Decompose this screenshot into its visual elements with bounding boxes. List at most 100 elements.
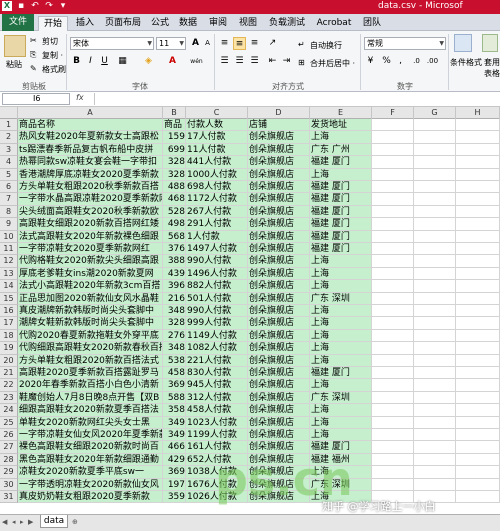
table-cell[interactable] xyxy=(372,243,414,256)
table-cell[interactable]: 312人付款 xyxy=(186,391,248,405)
table-cell[interactable] xyxy=(456,453,500,467)
table-cell[interactable] xyxy=(456,429,500,442)
table-cell[interactable]: 正品思加图2020新款仙女风水晶鞋 xyxy=(18,292,163,305)
table-cell[interactable] xyxy=(372,267,414,281)
copy-button[interactable]: 复制 · xyxy=(42,50,63,61)
table-cell[interactable] xyxy=(456,379,500,392)
table-cell[interactable]: 376 xyxy=(163,243,186,256)
table-cell[interactable] xyxy=(456,280,500,293)
prev-sheet-icon[interactable]: ◂ xyxy=(12,518,16,526)
table-cell[interactable] xyxy=(456,193,500,206)
table-cell[interactable] xyxy=(372,391,414,405)
table-cell[interactable] xyxy=(414,416,456,429)
table-cell[interactable]: 黑色高跟鞋女2020年新款细跟通勤 xyxy=(18,453,163,467)
table-cell[interactable]: 221人付款 xyxy=(186,354,248,367)
table-cell[interactable]: 1172人付款 xyxy=(186,193,248,206)
table-cell[interactable]: 429 xyxy=(163,453,186,467)
table-cell[interactable]: 创朵旗舰店 xyxy=(248,156,310,169)
column-header-F[interactable]: F xyxy=(372,107,414,119)
font-size-combo[interactable]: 11 ▼ xyxy=(156,37,186,50)
table-cell[interactable]: 882人付款 xyxy=(186,280,248,293)
table-cell[interactable] xyxy=(372,292,414,305)
table-cell[interactable] xyxy=(372,131,414,144)
table-cell[interactable]: 潮牌女鞋新款韩版时尚尖头套脚中 xyxy=(18,317,163,330)
table-cell[interactable]: 福建 厦门 xyxy=(310,367,372,380)
table-cell[interactable]: 发货地址 xyxy=(310,119,372,132)
comma-button[interactable]: , xyxy=(394,55,407,68)
table-cell[interactable]: 328 xyxy=(163,156,186,169)
table-cell[interactable]: 鞋魔创始人7月8日晚8点开售【双B xyxy=(18,391,163,405)
decrease-indent-icon[interactable]: ⇤ xyxy=(266,55,279,68)
row-header[interactable]: 25 xyxy=(0,416,18,429)
table-cell[interactable] xyxy=(414,143,456,157)
table-cell[interactable] xyxy=(456,466,500,479)
tab-review[interactable]: 审阅 xyxy=(206,16,230,31)
table-cell[interactable] xyxy=(414,305,456,318)
table-cell[interactable] xyxy=(456,478,500,491)
table-cell[interactable] xyxy=(456,205,500,219)
table-cell[interactable]: 348 xyxy=(163,342,186,355)
table-cell[interactable] xyxy=(414,354,456,367)
table-cell[interactable] xyxy=(456,416,500,429)
table-cell[interactable]: 一字带水晶高跟凉鞋2020夏季新款网红 xyxy=(18,193,163,206)
table-cell[interactable] xyxy=(456,168,500,181)
table-cell[interactable] xyxy=(456,267,500,281)
table-cell[interactable]: 创朵旗舰店 xyxy=(248,243,310,256)
table-cell[interactable]: 创朵旗舰店 xyxy=(248,181,310,194)
table-cell[interactable] xyxy=(456,317,500,330)
format-painter-button[interactable]: 格式刷 xyxy=(42,64,66,75)
increase-decimal-icon[interactable]: .0 xyxy=(410,55,423,68)
table-cell[interactable] xyxy=(456,342,500,355)
table-cell[interactable]: 17人付款 xyxy=(186,131,248,144)
table-cell[interactable]: 广东 广州 xyxy=(310,143,372,157)
table-cell[interactable] xyxy=(414,267,456,281)
table-cell[interactable] xyxy=(414,193,456,206)
table-cell[interactable]: 2020年春季新款百搭小白色小清新 xyxy=(18,379,163,392)
table-cell[interactable]: 创朵旗舰店 xyxy=(248,230,310,243)
table-cell[interactable]: 1000人付款 xyxy=(186,168,248,181)
table-cell[interactable] xyxy=(414,429,456,442)
table-cell[interactable]: 上海 xyxy=(310,342,372,355)
format-as-table-button[interactable]: 套用 xyxy=(484,57,500,68)
table-cell[interactable]: 裸色高跟鞋女细跟2020新款时尚百 xyxy=(18,441,163,454)
table-cell[interactable] xyxy=(414,119,456,132)
table-cell[interactable]: 291人付款 xyxy=(186,218,248,231)
table-cell[interactable] xyxy=(414,255,456,268)
table-cell[interactable]: 990人付款 xyxy=(186,255,248,268)
table-cell[interactable]: 方头单鞋女粗跟2020秋季新款百搭 xyxy=(18,181,163,194)
borders-icon[interactable]: ▦ xyxy=(116,55,129,68)
table-cell[interactable]: 488 xyxy=(163,181,186,194)
font-name-combo[interactable]: 宋体 ▼ xyxy=(70,37,154,50)
table-cell[interactable]: 创朵旗舰店 xyxy=(248,255,310,268)
table-cell[interactable]: 法式高跟鞋女2020年新款裸色细跟 xyxy=(18,230,163,243)
row-header[interactable]: 21 xyxy=(0,367,18,380)
table-cell[interactable]: 999人付款 xyxy=(186,317,248,330)
table-cell[interactable] xyxy=(372,305,414,318)
table-cell[interactable]: 359 xyxy=(163,491,186,504)
table-cell[interactable]: 一字带透明凉鞋女2020新款仙女风 xyxy=(18,478,163,491)
table-cell[interactable] xyxy=(372,441,414,454)
table-cell[interactable]: 568 xyxy=(163,230,186,243)
row-header[interactable]: 2 xyxy=(0,131,18,144)
table-cell[interactable] xyxy=(414,478,456,491)
table-cell[interactable]: 创朵旗舰店 xyxy=(248,367,310,380)
table-cell[interactable]: 一字带凉鞋女2020夏季新款网红 xyxy=(18,243,163,256)
table-cell[interactable] xyxy=(414,441,456,454)
bold-button[interactable]: B xyxy=(70,55,83,68)
table-cell[interactable] xyxy=(414,466,456,479)
table-cell[interactable]: 店铺 xyxy=(248,119,310,132)
table-cell[interactable]: 468 xyxy=(163,193,186,206)
table-cell[interactable] xyxy=(456,143,500,157)
table-cell[interactable]: 348 xyxy=(163,305,186,318)
table-cell[interactable] xyxy=(456,391,500,405)
table-cell[interactable] xyxy=(414,156,456,169)
table-cell[interactable] xyxy=(372,354,414,367)
table-cell[interactable]: 上海 xyxy=(310,280,372,293)
table-cell[interactable]: 创朵旗舰店 xyxy=(248,305,310,318)
table-cell[interactable]: 创朵旗舰店 xyxy=(248,391,310,405)
first-sheet-icon[interactable]: ◀ xyxy=(2,518,7,526)
table-cell[interactable]: 369 xyxy=(163,379,186,392)
tab-page-layout[interactable]: 页面布局 xyxy=(102,16,144,31)
fx-button[interactable]: fx xyxy=(76,93,84,102)
table-cell[interactable]: 真皮潮牌新款韩版时尚尖头套脚中 xyxy=(18,305,163,318)
